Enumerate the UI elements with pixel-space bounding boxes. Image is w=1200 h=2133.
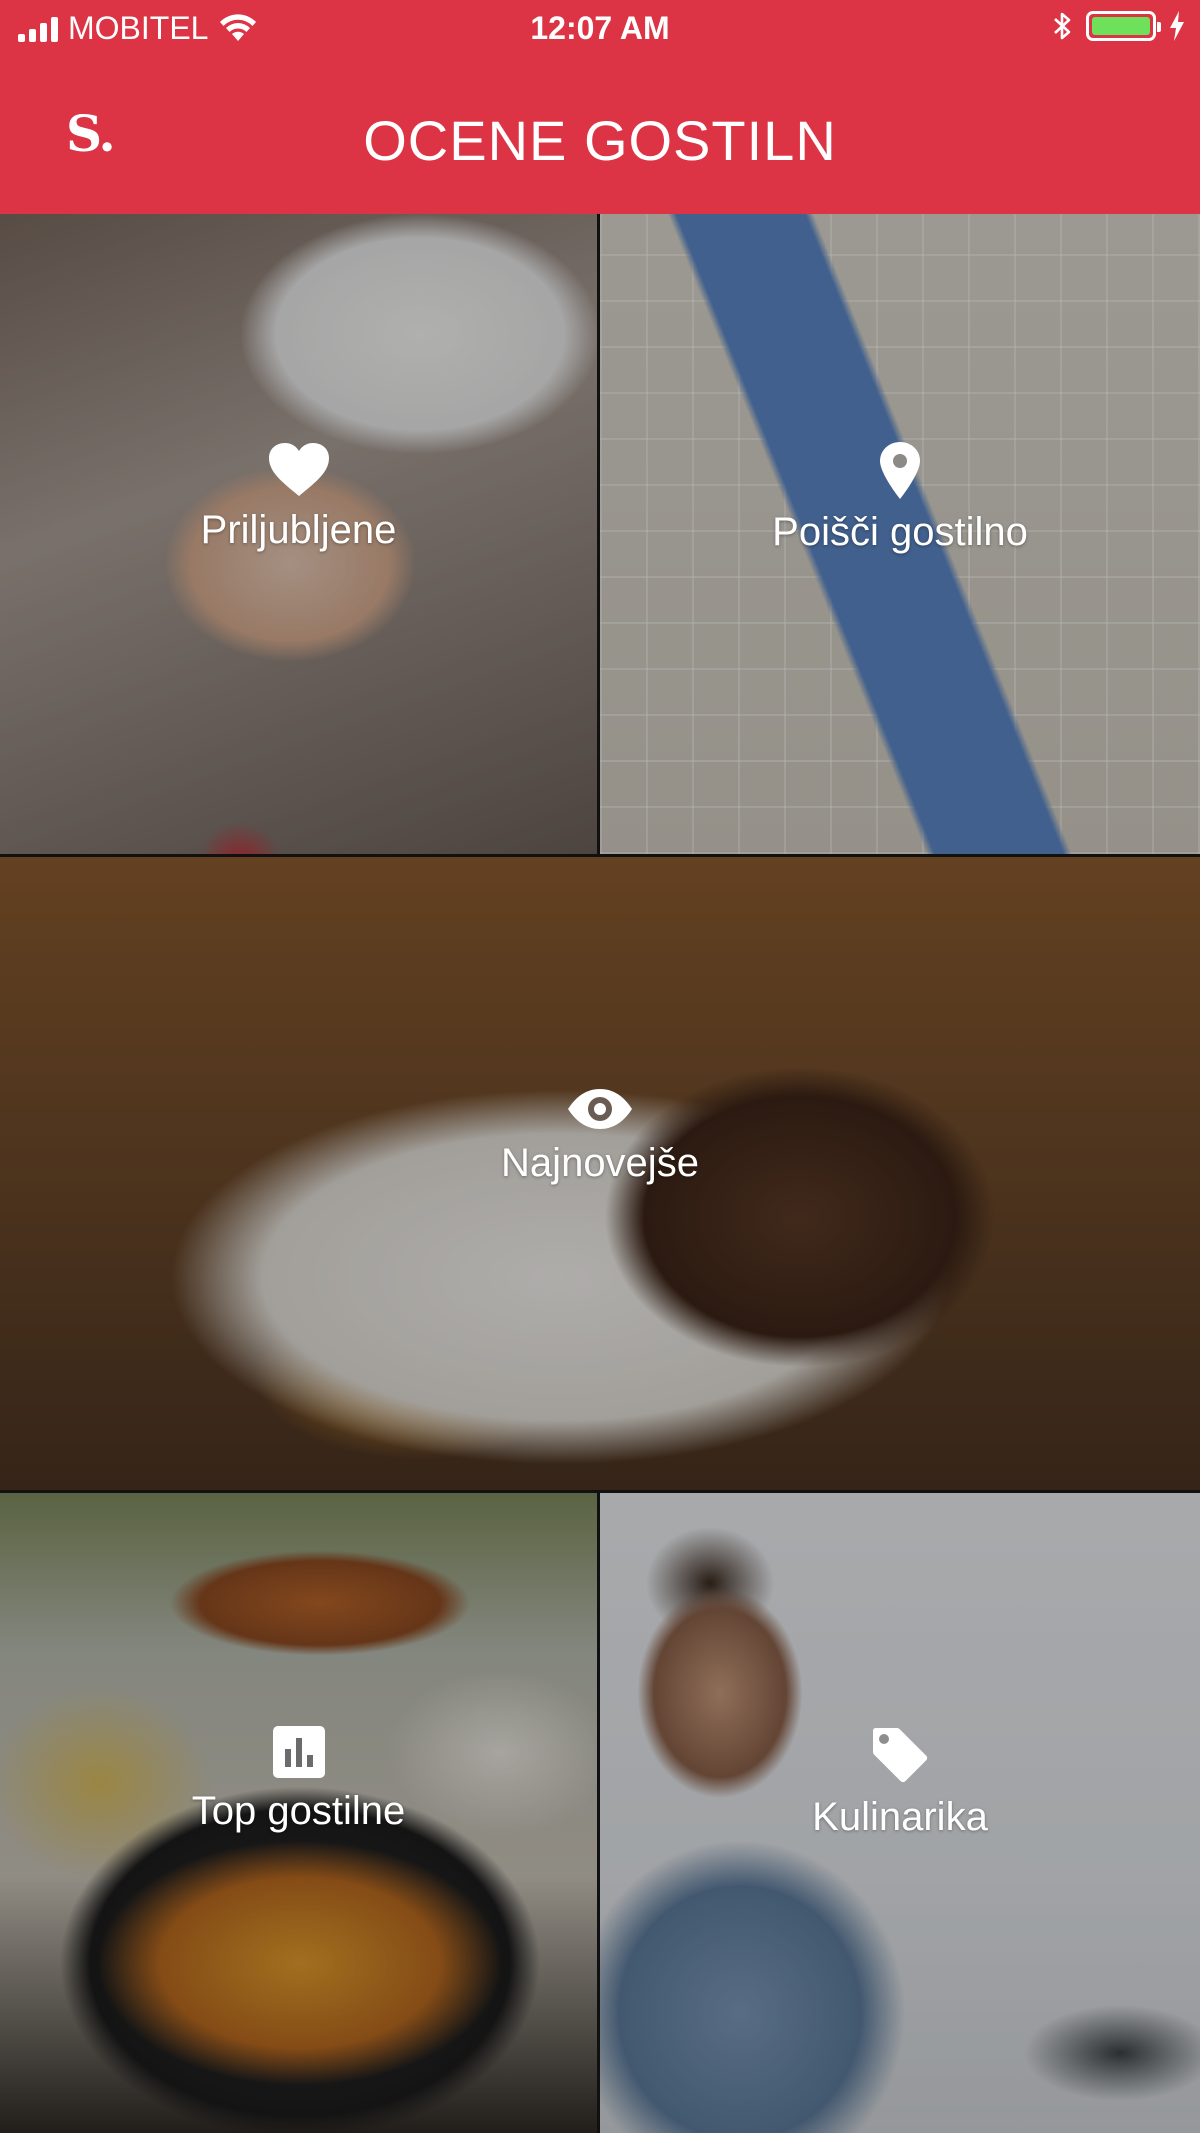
tile-content: Najnovejše [0, 1087, 1200, 1186]
tile-label: Kulinarika [812, 1795, 988, 1839]
tile-culinary[interactable]: Kulinarika [600, 1493, 1200, 2133]
tile-top-restaurants[interactable]: Top gostilne [0, 1493, 597, 2133]
tile-content: Kulinarika [600, 1725, 1200, 1840]
tile-find-restaurant[interactable]: Poišči gostilno [600, 214, 1200, 854]
battery-level [1092, 17, 1150, 35]
tile-newest[interactable]: Najnovejše [0, 857, 1200, 1490]
status-right [1052, 10, 1186, 42]
tile-label: Top gostilne [191, 1789, 406, 1833]
app-screen: MOBITEL 12:07 AM S. OCENE GOSTILN Prilju… [0, 0, 1200, 2133]
nav-bar: S. OCENE GOSTILN [0, 80, 1200, 200]
tag-icon [873, 1728, 928, 1783]
eye-icon [568, 1089, 632, 1129]
tile-content: Top gostilne [0, 1725, 597, 1834]
status-bar: MOBITEL 12:07 AM [0, 0, 1200, 60]
tile-label: Priljubljene [200, 508, 397, 552]
battery-icon [1086, 11, 1161, 41]
charging-bolt-icon [1170, 11, 1184, 41]
tile-label: Poišči gostilno [772, 510, 1028, 554]
bluetooth-icon [1054, 12, 1071, 40]
tile-content: Poišči gostilno [600, 440, 1200, 555]
status-time: 12:07 AM [530, 10, 670, 46]
tile-label: Najnovejše [501, 1141, 699, 1185]
tile-favorites[interactable]: Priljubljene [0, 214, 597, 854]
location-pin-icon [880, 442, 920, 499]
page-title: OCENE GOSTILN [363, 109, 837, 172]
bar-chart-icon [272, 1726, 325, 1778]
header: MOBITEL 12:07 AM S. OCENE GOSTILN [0, 0, 1200, 214]
heart-icon [268, 443, 329, 496]
tile-content: Priljubljene [0, 442, 597, 553]
